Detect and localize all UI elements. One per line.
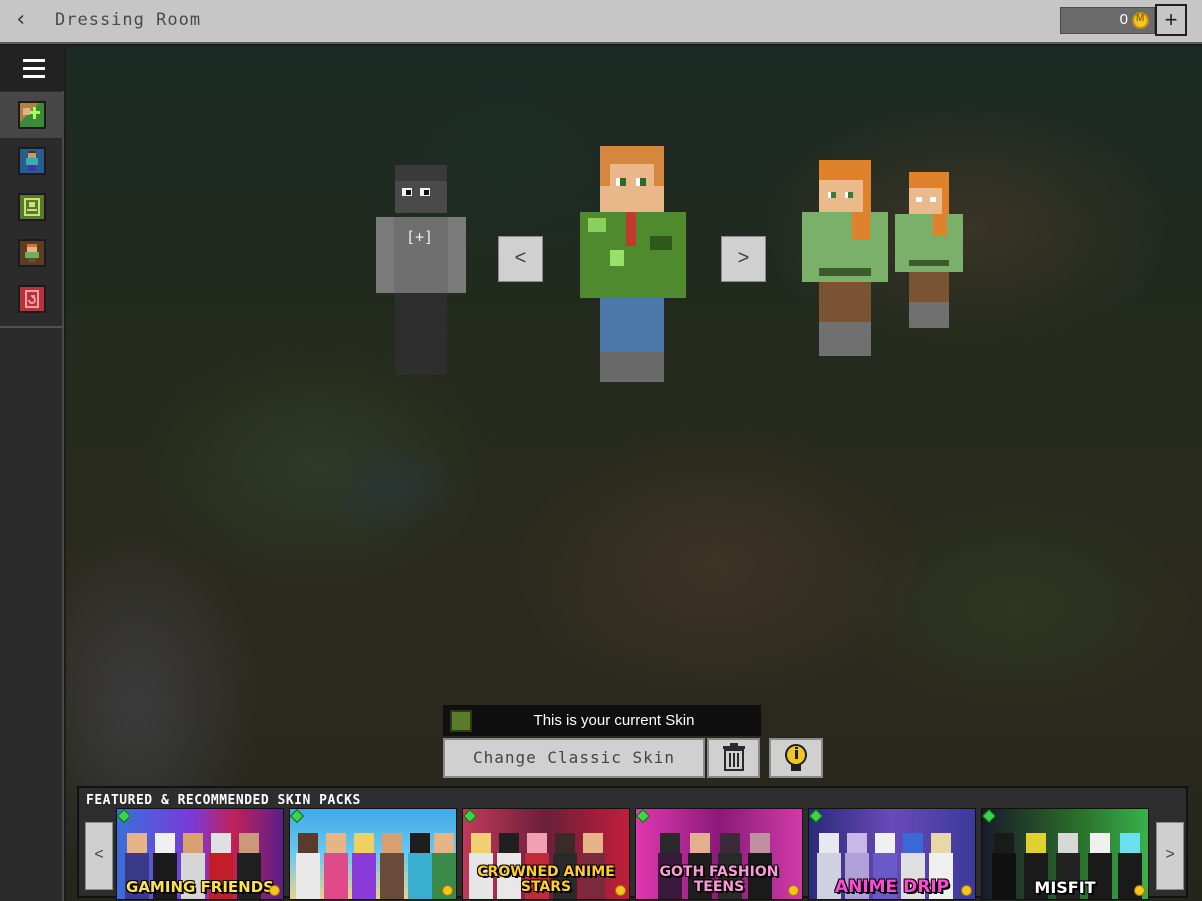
skin-carousel-prev-button[interactable]: < (498, 236, 543, 282)
chevron-right-icon: > (1165, 846, 1175, 863)
trash-icon (723, 743, 745, 771)
top-bar: ‹ Dressing Room 0 + (0, 0, 1202, 44)
add-skin-slot[interactable]: [+] (376, 165, 466, 375)
minecoin-icon (269, 885, 280, 896)
minecoin-icon (442, 885, 453, 896)
refresh-skin-icon (18, 285, 46, 313)
current-skin-status: This is your current Skin (533, 712, 695, 729)
featured-section-title: FEATURED & RECOMMENDED SKIN PACKS (86, 793, 361, 808)
add-skin-label: [+] (406, 228, 434, 246)
skin-pack-card[interactable] (289, 808, 457, 900)
hamburger-icon (23, 59, 45, 62)
packs-next-button[interactable]: > (1156, 822, 1184, 890)
minecoin-icon (961, 885, 972, 896)
alex-icon (18, 239, 46, 267)
pack-title: CROWNED ANIME STARS (477, 864, 615, 895)
add-coins-button[interactable]: + (1155, 4, 1187, 36)
character-plus-icon (18, 101, 46, 129)
delete-skin-button[interactable] (707, 738, 760, 778)
chevron-left-icon: ‹ (14, 7, 28, 32)
sidebar-item-character-creator[interactable] (0, 230, 64, 276)
classic-skin-icon (18, 193, 46, 221)
skin-pack-card[interactable]: MISFIT (981, 808, 1149, 900)
skin-pack-card[interactable]: CROWNED ANIME STARS (462, 808, 630, 900)
chevron-left-icon: < (94, 846, 104, 863)
sidebar-divider (0, 326, 64, 328)
lightbulb-icon (785, 744, 807, 771)
plus-icon: + (1164, 7, 1178, 32)
sidebar-item-create-character[interactable] (0, 92, 64, 138)
packs-prev-button[interactable]: < (85, 822, 113, 890)
change-classic-skin-button[interactable]: Change Classic Skin (443, 738, 705, 778)
coin-count: 0 (1119, 11, 1128, 28)
skin-preview-alex-slim[interactable] (895, 172, 963, 328)
skin-pack-card[interactable]: GAMING FRIENDS (116, 808, 284, 900)
menu-button[interactable] (0, 46, 64, 91)
minecoin-icon (1134, 885, 1145, 896)
pack-title: GOTH FASHION TEENS (659, 864, 779, 895)
skin-carousel-next-button[interactable]: > (721, 236, 766, 282)
chevron-right-icon: > (737, 247, 750, 269)
minecoin-icon (1132, 12, 1149, 29)
pack-title: MISFIT (1034, 878, 1096, 897)
steve-icon (18, 147, 46, 175)
selected-skin-preview[interactable] (580, 146, 686, 382)
chevron-left-icon: < (514, 247, 527, 269)
minecoin-icon (615, 885, 626, 896)
sidebar-item-skins[interactable] (0, 138, 64, 184)
sidebar-item-redeem[interactable] (0, 276, 64, 322)
sidebar-item-classic-skins[interactable] (0, 184, 64, 230)
back-button[interactable]: ‹ (6, 6, 36, 36)
pack-title: ANIME DRIP (834, 877, 950, 897)
skin-info-button[interactable] (769, 738, 823, 778)
featured-skin-packs: FEATURED & RECOMMENDED SKIN PACKS < GAMI… (77, 786, 1188, 900)
pack-art (290, 809, 456, 899)
skin-pack-card[interactable]: GOTH FASHION TEENS (635, 808, 803, 900)
skin-preview-alex[interactable] (802, 160, 888, 356)
minecoin-icon (788, 885, 799, 896)
page-title: Dressing Room (55, 10, 202, 30)
coin-balance: 0 (1060, 7, 1155, 34)
classic-skin-icon (450, 710, 472, 732)
skin-pack-card[interactable]: ANIME DRIP (808, 808, 976, 900)
sidebar (0, 46, 64, 901)
pack-title: GAMING FRIENDS (126, 878, 274, 896)
current-skin-banner: This is your current Skin (443, 705, 761, 736)
